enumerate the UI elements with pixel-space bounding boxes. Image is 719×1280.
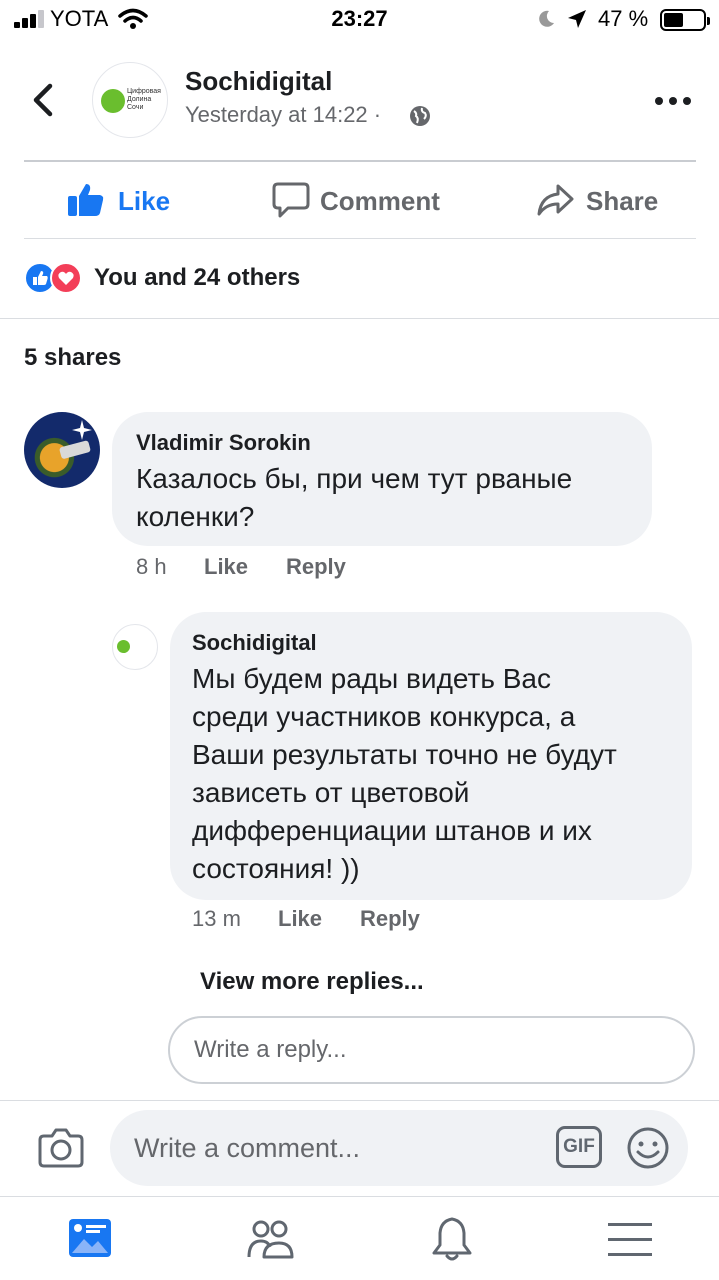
comment-bubble[interactable]: Vladimir Sorokin Казалось бы, при чем ту…: [112, 412, 652, 546]
love-reaction-icon: [50, 262, 82, 294]
comment-label: Comment: [320, 186, 440, 216]
gif-button[interactable]: GIF: [556, 1126, 602, 1168]
reply-author-avatar[interactable]: [112, 624, 158, 670]
notifications-bell-icon[interactable]: [428, 1215, 476, 1263]
like-label: Like: [118, 186, 171, 216]
reply-author[interactable]: Sochidigital: [192, 630, 317, 656]
comment-input[interactable]: [134, 1110, 554, 1186]
comment-reply-link[interactable]: Reply: [286, 554, 346, 580]
comment-text-line: коленки?: [136, 501, 255, 532]
location-arrow-icon: [568, 10, 586, 28]
sochidigital-logo-icon: [101, 89, 125, 113]
share-arrow-icon: [537, 184, 574, 216]
comment-time: 8 h: [136, 554, 167, 579]
comment-button[interactable]: Comment: [272, 180, 452, 224]
reply-reply-link[interactable]: Reply: [360, 906, 420, 932]
friends-icon[interactable]: [246, 1215, 294, 1263]
reply-input[interactable]: [168, 1016, 695, 1084]
reply-text-line: состояния! )): [192, 853, 360, 884]
reply-bubble[interactable]: Sochidigital Мы будем рады видеть Вас ср…: [170, 612, 692, 900]
comment-author[interactable]: Vladimir Sorokin: [136, 430, 311, 456]
comment-text-line: Казалось бы, при чем тут рваные: [136, 463, 573, 494]
camera-icon[interactable]: [38, 1126, 84, 1168]
comment-like-link[interactable]: Like: [204, 554, 248, 580]
shares-count[interactable]: 5 shares: [24, 344, 121, 372]
menu-icon[interactable]: [606, 1215, 654, 1263]
reactions-summary[interactable]: You and 24 others: [94, 264, 300, 292]
divider: [0, 1100, 719, 1101]
reply-text-line: Ваши результаты точно не будут: [192, 739, 617, 770]
reply-like-link[interactable]: Like: [278, 906, 322, 932]
battery-icon: [660, 9, 710, 31]
status-bar: YOTA 23:27 47 %: [0, 0, 719, 40]
page-name[interactable]: Sochidigital: [185, 66, 332, 97]
bottom-tab-bar: [0, 1196, 719, 1280]
screen: YOTA 23:27 47 % Цифровая Долина Сочи Soc…: [0, 0, 719, 1280]
reply-time: 13 m: [192, 906, 241, 931]
comment-bubble-icon: [272, 182, 310, 218]
like-button[interactable]: Like: [66, 180, 186, 224]
battery-percent: 47 %: [598, 6, 649, 31]
commenter-avatar[interactable]: [24, 412, 100, 488]
news-feed-icon[interactable]: [66, 1215, 114, 1263]
page-avatar[interactable]: Цифровая Долина Сочи: [92, 62, 168, 138]
globe-icon: [410, 106, 430, 126]
sochidigital-logo-icon: [117, 640, 130, 653]
divider: [24, 160, 696, 162]
reply-text-line: Мы будем рады видеть Вас: [192, 663, 551, 694]
more-options-icon[interactable]: [655, 97, 691, 105]
comment-composer: GIF: [110, 1110, 688, 1186]
reply-text-line: дифференциации штанов и их: [192, 815, 592, 846]
view-more-replies-link[interactable]: View more replies...: [200, 968, 424, 996]
divider: [24, 238, 696, 239]
star-sparkle-icon: [59, 420, 92, 459]
thumbs-up-icon: [68, 184, 104, 216]
emoji-smiley-icon[interactable]: [626, 1126, 670, 1170]
share-label: Share: [586, 186, 659, 216]
share-button[interactable]: Share: [536, 180, 666, 224]
reply-text-line: зависеть от цветовой: [192, 777, 470, 808]
reply-text-line: среди участников конкурса, а: [192, 701, 576, 732]
logo-text: Цифровая Долина Сочи: [127, 88, 161, 111]
back-arrow-icon[interactable]: [30, 82, 58, 118]
divider: [0, 318, 719, 319]
post-timestamp[interactable]: Yesterday at 14:22 ·: [185, 102, 381, 128]
do-not-disturb-moon-icon: [539, 10, 554, 27]
